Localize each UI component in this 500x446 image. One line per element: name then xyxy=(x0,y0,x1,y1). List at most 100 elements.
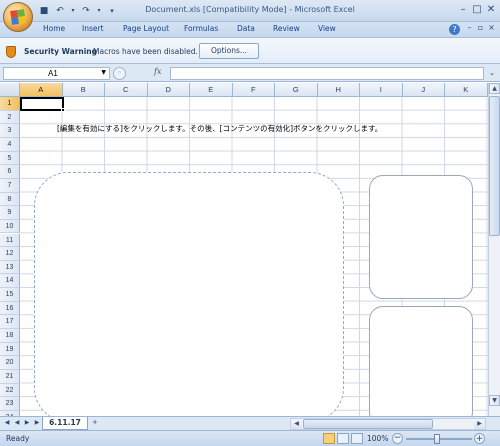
next-sheet-icon[interactable]: ▶ xyxy=(23,419,31,426)
vertical-scroll-thumb[interactable] xyxy=(489,96,500,236)
select-all-button[interactable] xyxy=(0,83,20,97)
row-header[interactable]: 2 xyxy=(0,110,20,125)
horizontal-scroll-thumb[interactable] xyxy=(303,419,433,429)
security-warning-message: Macros have been disabled. xyxy=(93,47,198,56)
tab-formulas[interactable]: Formulas xyxy=(184,24,218,33)
column-header[interactable]: G xyxy=(275,83,318,97)
column-header[interactable]: H xyxy=(317,83,360,97)
image-placeholder-left[interactable] xyxy=(34,172,344,416)
row-header[interactable]: 12 xyxy=(0,247,20,261)
insert-function-icon[interactable]: fx xyxy=(154,67,161,76)
column-header[interactable]: I xyxy=(360,83,403,97)
tab-review[interactable]: Review xyxy=(273,24,300,33)
workbook-close-icon[interactable]: × xyxy=(486,23,497,32)
office-logo-icon xyxy=(10,9,26,25)
column-header[interactable]: C xyxy=(105,83,148,97)
column-header[interactable]: E xyxy=(190,83,233,97)
security-warning-bar: Security Warning Macros have been disabl… xyxy=(0,37,500,64)
options-button[interactable]: Options... xyxy=(199,43,259,59)
active-cell-a1[interactable] xyxy=(20,97,65,112)
workbook-minimize-icon[interactable]: – xyxy=(464,23,475,32)
zoom-level[interactable]: 100% xyxy=(367,434,388,443)
sheet-tab-active[interactable]: 6.11.17 xyxy=(42,417,88,430)
row-header[interactable]: 19 xyxy=(0,342,20,357)
last-sheet-icon[interactable]: ▶ xyxy=(33,419,41,426)
zoom-in-icon[interactable]: + xyxy=(474,433,485,444)
scroll-right-icon[interactable]: ▶ xyxy=(474,419,485,429)
formula-bar-resize-icon[interactable]: ◦ xyxy=(113,67,126,80)
image-placeholder-top-right[interactable] xyxy=(369,175,473,299)
workbook-restore-icon[interactable]: ▫ xyxy=(475,23,486,32)
row-header[interactable]: 16 xyxy=(0,301,20,316)
tab-insert[interactable]: Insert xyxy=(82,24,104,33)
close-icon[interactable]: ✕ xyxy=(484,3,498,17)
row-header[interactable]: 9 xyxy=(0,206,20,220)
row-header[interactable]: 6 xyxy=(0,165,20,179)
row-header[interactable]: 20 xyxy=(0,356,20,370)
row-header[interactable]: 15 xyxy=(0,288,20,302)
page-layout-view-icon[interactable] xyxy=(337,433,349,444)
page-break-view-icon[interactable] xyxy=(351,433,363,444)
formula-bar: A1 ▼ ◦ fx ⌄ xyxy=(0,64,500,82)
scroll-down-icon[interactable]: ▼ xyxy=(489,395,500,406)
chevron-down-icon[interactable]: ▼ xyxy=(101,69,106,76)
row-header[interactable]: 14 xyxy=(0,274,20,289)
row-header[interactable]: 8 xyxy=(0,192,20,207)
zoom-slider-thumb[interactable] xyxy=(434,434,440,444)
status-ready: Ready xyxy=(6,434,30,443)
horizontal-scrollbar[interactable]: ◀ ▶ xyxy=(290,418,486,430)
row-header[interactable]: 13 xyxy=(0,260,20,275)
column-header[interactable]: B xyxy=(62,83,105,97)
row-header[interactable]: 4 xyxy=(0,137,20,152)
column-header[interactable]: K xyxy=(445,83,488,97)
tab-home[interactable]: Home xyxy=(43,24,65,33)
row-header[interactable]: 23 xyxy=(0,397,20,411)
row-header[interactable]: 11 xyxy=(0,233,20,248)
formula-input[interactable] xyxy=(170,67,484,80)
row-header[interactable]: 10 xyxy=(0,219,20,234)
tab-data[interactable]: Data xyxy=(237,24,255,33)
scroll-up-icon[interactable]: ▲ xyxy=(489,83,500,94)
security-warning-title: Security Warning xyxy=(24,47,98,56)
column-headers: ABCDEFGHIJK xyxy=(20,83,488,97)
instruction-text: [編集を有効にする]をクリックします。その後、[コンテンツの有効化]ボタンをクリ… xyxy=(57,124,383,133)
first-sheet-icon[interactable]: ◀ xyxy=(3,419,11,426)
zoom-out-icon[interactable]: − xyxy=(392,433,403,444)
title-bar: ■ ↶ ▾ ↷ ▾ ▾ Document.xls [Compatibility … xyxy=(0,0,500,32)
tab-page-layout[interactable]: Page Layout xyxy=(123,24,169,33)
column-header[interactable]: J xyxy=(402,83,445,97)
image-placeholder-bottom-right[interactable] xyxy=(369,306,473,416)
normal-view-icon[interactable] xyxy=(323,433,335,444)
fill-handle[interactable] xyxy=(61,108,65,112)
column-header[interactable]: F xyxy=(232,83,275,97)
prev-sheet-icon[interactable]: ◀ xyxy=(13,419,21,426)
maximize-icon[interactable]: □ xyxy=(470,3,484,17)
column-header[interactable]: A xyxy=(20,83,63,97)
row-header[interactable]: 18 xyxy=(0,329,20,343)
row-header[interactable]: 3 xyxy=(0,124,20,138)
sheet-tabs-bar: ◀ ◀ ▶ ▶ 6.11.17 ✦ ◀ ▶ xyxy=(0,416,500,430)
sheet-navigation: ◀ ◀ ▶ ▶ xyxy=(3,419,41,426)
vertical-scrollbar[interactable]: ▲ ▼ xyxy=(488,83,500,416)
row-header[interactable]: 22 xyxy=(0,383,20,398)
row-header[interactable]: 21 xyxy=(0,370,20,384)
shield-icon xyxy=(6,46,16,58)
name-box[interactable]: A1 ▼ xyxy=(3,67,110,80)
office-button[interactable] xyxy=(3,2,33,32)
status-bar: Ready 100% − + xyxy=(0,430,500,446)
name-box-value: A1 xyxy=(48,69,58,78)
tab-view[interactable]: View xyxy=(318,24,336,33)
row-header[interactable]: 1 xyxy=(0,97,20,111)
workbook-window-controls: – ▫ × xyxy=(464,23,497,32)
scroll-left-icon[interactable]: ◀ xyxy=(291,419,302,429)
row-header[interactable]: 5 xyxy=(0,151,20,166)
insert-sheet-icon[interactable]: ✦ xyxy=(89,418,101,429)
help-icon[interactable]: ? xyxy=(449,24,460,35)
row-header[interactable]: 7 xyxy=(0,178,20,193)
minimize-icon[interactable]: – xyxy=(456,3,470,17)
worksheet-grid[interactable]: ABCDEFGHIJK 1 2 3 4 5 6 7 8 9 10 11 12 13 14 15 16 17 18 1… xyxy=(0,83,488,416)
column-header[interactable]: D xyxy=(147,83,190,97)
expand-formula-bar-icon[interactable]: ⌄ xyxy=(487,67,497,80)
window-title: Document.xls [Compatibility Mode] - Micr… xyxy=(145,5,355,14)
row-header[interactable]: 17 xyxy=(0,315,20,330)
